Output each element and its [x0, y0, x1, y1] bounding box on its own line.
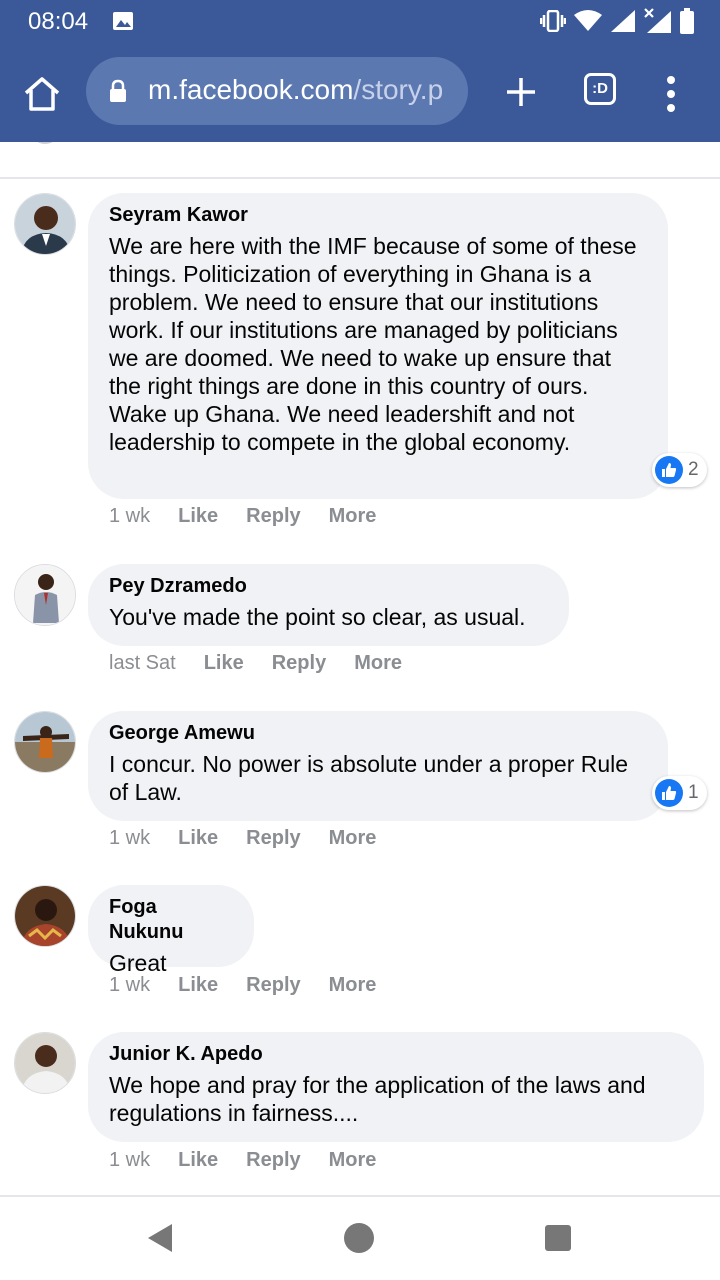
more-button[interactable]: More — [329, 974, 377, 997]
url-path: /story.p — [353, 74, 444, 105]
reaction-badge[interactable]: 2 — [652, 453, 707, 487]
tab-switcher-icon[interactable]: :D — [584, 73, 616, 105]
more-menu-icon[interactable] — [664, 74, 678, 114]
comment-actions: 1 wk Like Reply More — [109, 1149, 376, 1172]
image-icon — [113, 12, 133, 30]
like-button[interactable]: Like — [178, 827, 218, 850]
comment-actions: 1 wk Like Reply More — [109, 505, 376, 528]
comment-author[interactable]: George Amewu — [109, 721, 648, 746]
new-tab-icon[interactable] — [503, 74, 539, 110]
reply-button[interactable]: Reply — [246, 1149, 300, 1172]
reply-button[interactable]: Reply — [272, 652, 326, 675]
comment-bubble: Junior K. Apedo We hope and pray for the… — [88, 1032, 704, 1142]
url-domain: m.facebook.com — [148, 74, 354, 105]
avatar[interactable] — [14, 885, 76, 947]
wifi-icon — [574, 10, 602, 31]
url-bar[interactable]: m.facebook.com/story.p — [86, 57, 468, 125]
comment-bubble: Foga Nukunu Great — [88, 885, 254, 976]
reaction-count: 1 — [688, 782, 699, 803]
comment-bubble: Seyram Kawor We are here with the IMF be… — [88, 193, 668, 499]
vibrate-icon — [540, 10, 566, 32]
comment-text: I concur. No power is absolute under a p… — [109, 751, 629, 805]
avatar[interactable] — [14, 711, 76, 773]
reaction-badge[interactable]: 1 — [652, 776, 707, 810]
like-button[interactable]: Like — [178, 1149, 218, 1172]
more-button[interactable]: More — [329, 827, 377, 850]
comment-text: We hope and pray for the application of … — [109, 1072, 646, 1126]
like-reaction-icon — [655, 456, 683, 484]
status-bar: 08:04 — [0, 0, 720, 44]
browser-toolbar: m.facebook.com/story.p :D — [0, 44, 720, 142]
more-button[interactable]: More — [354, 652, 402, 675]
like-reaction-icon — [655, 779, 683, 807]
reply-button[interactable]: Reply — [246, 974, 300, 997]
like-button[interactable]: Like — [178, 974, 218, 997]
like-button[interactable]: Like — [178, 505, 218, 528]
comment-author[interactable]: Seyram Kawor — [109, 203, 648, 228]
previous-avatar-edge — [30, 142, 60, 144]
comment-author[interactable]: Junior K. Apedo — [109, 1042, 684, 1067]
more-button[interactable]: More — [329, 1149, 377, 1172]
comment-time[interactable]: last Sat — [109, 652, 176, 675]
status-icons — [540, 8, 694, 34]
comments-feed: Seyram Kawor We are here with the IMF be… — [0, 142, 720, 1197]
signal-icon — [611, 10, 635, 32]
battery-icon — [680, 8, 694, 34]
back-icon[interactable] — [146, 1222, 174, 1254]
lock-icon — [110, 79, 126, 102]
home-icon[interactable] — [22, 74, 62, 114]
comment-author[interactable]: Pey Dzramedo — [109, 574, 549, 599]
comment-text: We are here with the IMF because of some… — [109, 233, 637, 455]
comment-actions: 1 wk Like Reply More — [109, 974, 376, 997]
signal-no-data-icon — [644, 8, 671, 33]
comment-text: You've made the point so clear, as usual… — [109, 604, 526, 630]
like-button[interactable]: Like — [204, 652, 244, 675]
comment-text: Great — [109, 950, 167, 976]
avatar[interactable] — [14, 564, 76, 626]
comment-time[interactable]: 1 wk — [109, 827, 150, 850]
comment-time[interactable]: 1 wk — [109, 974, 150, 997]
url-text: m.facebook.com/story.p — [148, 74, 443, 106]
status-time: 08:04 — [28, 8, 89, 35]
navigation-bar — [0, 1197, 720, 1280]
reply-button[interactable]: Reply — [246, 827, 300, 850]
comment-actions: last Sat Like Reply More — [109, 652, 402, 675]
comment-actions: 1 wk Like Reply More — [109, 827, 376, 850]
browser-chrome: 08:04 m.facebook.com/story.p:D — [0, 0, 720, 142]
comment-bubble: Pey Dzramedo You've made the point so cl… — [88, 564, 569, 646]
top-divider — [0, 177, 720, 179]
more-button[interactable]: More — [329, 505, 377, 528]
recents-icon[interactable] — [545, 1225, 571, 1251]
comment-bubble: George Amewu I concur. No power is absol… — [88, 711, 668, 821]
reaction-count: 2 — [688, 459, 699, 480]
comment-time[interactable]: 1 wk — [109, 1149, 150, 1172]
reply-button[interactable]: Reply — [246, 505, 300, 528]
avatar[interactable] — [14, 1032, 76, 1094]
comment-author[interactable]: Foga Nukunu — [109, 895, 234, 945]
home-nav-icon[interactable] — [344, 1223, 374, 1253]
avatar[interactable] — [14, 193, 76, 255]
comment-time[interactable]: 1 wk — [109, 505, 150, 528]
